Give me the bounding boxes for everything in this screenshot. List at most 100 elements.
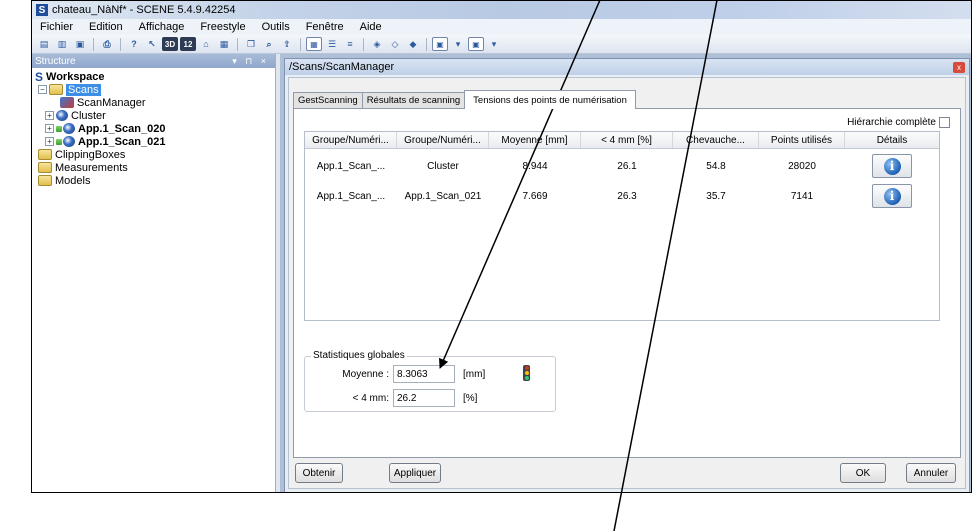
dropdown-arrow-icon[interactable]: ▾ [450,37,466,51]
details-button[interactable]: i [872,184,912,208]
tree-label: App.1_Scan_020 [78,122,166,135]
pointer-icon[interactable]: ↖ [144,37,160,51]
scan-view-icon[interactable]: ▣ [432,37,448,51]
table-cell: 8.944 [522,160,548,172]
tree-item-workspace[interactable]: S Workspace [35,70,275,84]
column-header[interactable]: Groupe/Numéri... [397,132,489,148]
table-cell: 7.669 [522,190,548,202]
home-icon[interactable]: ⌂ [198,37,214,51]
hierarchy-checkbox[interactable] [939,117,950,128]
toolbar-separator [120,37,121,51]
menu-freestyle[interactable]: Freestyle [192,21,253,33]
lt4-row: < 4 mm: 26.2 [%] [317,389,477,407]
scanmanager-window: /Scans/ScanManager x GestScanning Résult… [284,58,970,492]
print-icon[interactable]: ⎙ [99,37,115,51]
tree-label: Workspace [46,70,105,83]
details-button[interactable]: i [872,154,912,178]
scanmanager-body: GestScanning Résultats de scanning Tensi… [288,77,966,489]
toolbar-separator [426,37,427,51]
obtenir-button[interactable]: Obtenir [295,463,343,483]
collapse-icon[interactable]: − [38,85,47,94]
tree-item-scan-021[interactable]: + App.1_Scan_021 [35,135,275,148]
tree-item-scanmanager[interactable]: ScanManager [35,96,275,109]
tab-bar: GestScanning Résultats de scanning Tensi… [293,90,636,109]
ok-button[interactable]: OK [840,463,886,483]
structure-panel: Structure ▾ ⊓ × S Workspace − Scans Scan… [32,54,276,492]
tree-item-cluster[interactable]: + Cluster [35,109,275,122]
expand-icon[interactable]: + [45,124,54,133]
tree-label: Measurements [55,161,128,174]
table-cell: 35.7 [706,190,726,202]
menu-fenetre[interactable]: Fenêtre [298,21,352,33]
tree-item-scans[interactable]: − Scans [35,83,275,96]
status-icon [56,138,62,145]
column-header[interactable]: Moyenne [mm] [489,132,581,148]
column-header[interactable]: Détails [845,132,939,148]
help-icon[interactable]: ? [126,37,142,51]
tree-label: Cluster [71,109,106,122]
column-header[interactable]: Chevauche... [673,132,759,148]
traffic-light-icon [523,365,530,381]
lt4-field[interactable]: 26.2 [393,389,455,407]
structure-panel-title: Structure [35,55,76,67]
stack-icon[interactable]: ≡ [342,37,358,51]
annuler-button[interactable]: Annuler [906,463,956,483]
table-cell: 26.3 [617,190,637,202]
layout-icon[interactable]: ▦ [216,37,232,51]
tab-resultats[interactable]: Résultats de scanning [361,92,466,108]
scan-tool-icon[interactable]: ▣ [468,37,484,51]
upload-icon[interactable]: ⇪ [279,37,295,51]
register-cloud-icon[interactable]: ◆ [405,37,421,51]
save-icon[interactable]: ▣ [72,37,88,51]
tree-item-models[interactable]: Models [35,174,275,187]
view-12-button[interactable]: 12 [180,37,196,51]
column-header[interactable]: Groupe/Numéri... [305,132,397,148]
toolbar-separator [363,37,364,51]
scene-window: S chateau_NàNf* - SCENE 5.4.9.42254 Fich… [31,0,972,493]
menu-aide[interactable]: Aide [352,21,390,33]
tree-item-clippingboxes[interactable]: ClippingBoxes [35,148,275,161]
table-cell: 26.1 [617,160,637,172]
table-cell: 28020 [788,160,816,172]
structure-panel-header: Structure ▾ ⊓ × [32,54,275,68]
tab-gestscanning[interactable]: GestScanning [293,92,363,108]
global-statistics-group: Statistiques globales Moyenne : 8.3063 [… [304,350,556,412]
open-icon[interactable]: ▥ [54,37,70,51]
table-row[interactable]: App.1_Scan_... Cluster 8.944 26.1 54.8 2… [305,151,939,181]
new-icon[interactable]: ▤ [36,37,52,51]
column-header[interactable]: Points utilisés [759,132,845,148]
tab-tensions[interactable]: Tensions des points de numérisation [464,90,636,109]
menu-affichage[interactable]: Affichage [131,21,193,33]
group-legend: Statistiques globales [311,350,407,361]
table-cell: App.1_Scan_... [316,190,386,202]
column-header[interactable]: < 4 mm [%] [581,132,673,148]
register-target-icon[interactable]: ◇ [387,37,403,51]
expand-icon[interactable]: + [45,137,54,146]
search-icon[interactable]: ⌕ [261,37,277,51]
traffic-light-green [524,375,529,380]
menu-fichier[interactable]: Fichier [32,21,81,33]
menu-edition[interactable]: Edition [81,21,131,33]
tree-label: Models [55,174,91,187]
folder-icon [38,162,52,173]
panel-controls[interactable]: ▾ ⊓ × [232,56,269,67]
lt4-unit: [%] [463,392,478,404]
copy-icon[interactable]: ❐ [243,37,259,51]
register-icon[interactable]: ◈ [369,37,385,51]
cluster-icon [56,110,68,121]
grid-icon[interactable]: ▦ [306,37,322,51]
tree-item-scan-020[interactable]: + App.1_Scan_020 [35,122,275,135]
dropdown-arrow-icon[interactable]: ▾ [486,37,502,51]
document-area: /Scans/ScanManager x GestScanning Résult… [280,54,971,492]
menu-outils[interactable]: Outils [254,21,298,33]
mean-field[interactable]: 8.3063 [393,365,455,383]
table-row[interactable]: App.1_Scan_... App.1_Scan_021 7.669 26.3… [305,181,939,211]
tree-item-measurements[interactable]: Measurements [35,161,275,174]
list-icon[interactable]: ☰ [324,37,340,51]
appliquer-button[interactable]: Appliquer [389,463,441,483]
close-icon[interactable]: x [953,61,965,73]
annotated-page: S chateau_NàNf* - SCENE 5.4.9.42254 Fich… [0,0,977,531]
view-3d-button[interactable]: 3D [162,37,178,51]
traffic-light-red [524,366,529,371]
expand-icon[interactable]: + [45,111,54,120]
